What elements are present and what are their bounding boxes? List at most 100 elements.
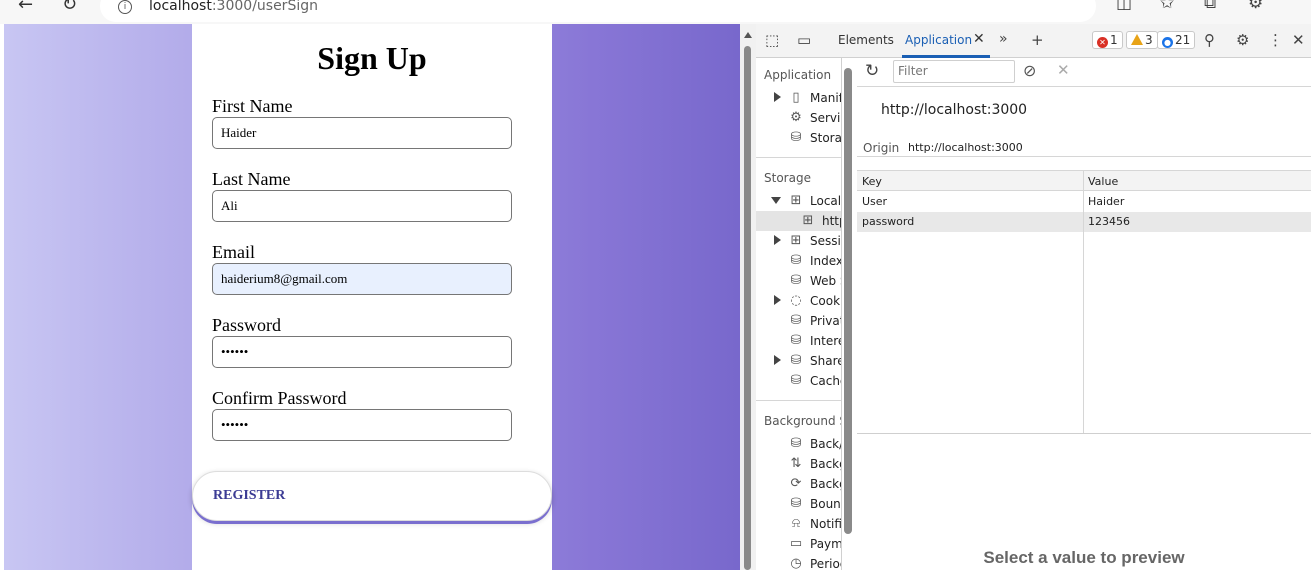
expand-arrow-icon[interactable] — [774, 235, 781, 245]
page-scrollbar[interactable] — [740, 24, 756, 570]
expand-arrow-icon[interactable] — [774, 295, 781, 305]
sidebar-item-indexeddb[interactable]: ⛁ Indexe — [756, 251, 842, 271]
scroll-up-arrow-icon[interactable] — [744, 32, 752, 38]
info-icon[interactable]: i — [118, 0, 132, 14]
last-name-input[interactable]: Ali — [212, 190, 512, 222]
column-header-value[interactable]: Value — [1088, 175, 1118, 188]
collections-icon[interactable]: ⧉ — [1204, 0, 1216, 13]
sidebar-item-background-sync[interactable]: ⟳ Backg — [756, 474, 841, 494]
sidebar-item-interest-groups[interactable]: ⛁ Intere — [756, 331, 841, 351]
page-viewport: Sign Up First Name Haider Last Name Ali … — [4, 24, 740, 570]
refresh-icon[interactable]: ↻ — [865, 61, 879, 81]
address-url[interactable]: localhost:3000/userSign — [149, 0, 318, 14]
sync-icon: ⟳ — [790, 476, 802, 491]
table-row[interactable]: User Haider — [857, 192, 1311, 212]
sidebar-item-label: Sessic — [810, 234, 841, 248]
sidebar-item-label: Notifi — [810, 517, 842, 531]
close-devtools-icon[interactable]: ✕ — [1292, 31, 1305, 49]
sidebar-item-local-storage[interactable]: ⊞ Local — [756, 191, 841, 211]
close-tab-icon[interactable]: ✕ — [973, 31, 985, 47]
sidebar-item-periodic-sync[interactable]: ◷ Perioc — [756, 554, 841, 570]
sidebar-item-cookies[interactable]: ◌ Cooki — [756, 291, 841, 311]
column-header-key[interactable]: Key — [862, 175, 882, 188]
add-tab-icon[interactable]: + — [1031, 31, 1044, 49]
sidebar-item-label: Payme — [810, 537, 842, 551]
reload-icon[interactable]: ↻ — [62, 0, 77, 15]
sidebar-item-storage[interactable]: ⛁ Storag — [756, 128, 841, 148]
address-bar[interactable]: i localhost:3000/userSign ⚿ ⊞ A ☆ — [100, 0, 1096, 22]
confirm-password-input[interactable]: •••••• — [212, 409, 512, 441]
register-button[interactable]: REGISTER — [192, 471, 552, 521]
sidebar-item-label: Bounc — [810, 497, 841, 511]
sidebar-item-cache-storage[interactable]: ⛁ Cache — [756, 371, 841, 391]
device-toolbar-icon[interactable]: ▭ — [797, 31, 811, 49]
sidebar-item-bounce-tracking[interactable]: ⛁ Bounc — [756, 494, 841, 514]
scrollbar-thumb[interactable] — [744, 46, 751, 570]
preview-divider[interactable] — [857, 433, 1311, 434]
expand-arrow-icon[interactable] — [774, 92, 781, 102]
url-path: :3000/userSign — [211, 0, 318, 14]
settings-gear-icon[interactable]: ⚙ — [1236, 31, 1249, 49]
sidebar-item-shared-storage[interactable]: ⛁ Sharec — [756, 351, 841, 371]
warning-badge[interactable]: 3 — [1126, 31, 1158, 49]
sidebar-item-session-storage[interactable]: ⊞ Sessic — [756, 231, 841, 251]
row-value: Haider — [1088, 195, 1125, 208]
sidebar-item-local-storage-origin[interactable]: ⊞ http — [756, 211, 841, 231]
signup-form: Sign Up First Name Haider Last Name Ali … — [192, 24, 552, 570]
grid-table-icon: ⊞ — [790, 233, 802, 248]
sidebar-item-service-workers[interactable]: ⚙ Servic — [756, 108, 841, 128]
expand-arrow-icon[interactable] — [774, 355, 781, 365]
first-name-input[interactable]: Haider — [212, 117, 512, 149]
origin-label: Origin — [863, 141, 900, 155]
email-input[interactable]: haiderium8@gmail.com — [212, 263, 512, 295]
tab-elements[interactable]: Elements — [838, 33, 894, 47]
error-icon: ✕ — [1097, 37, 1108, 48]
sidebar-scrollbar-thumb[interactable] — [844, 68, 852, 534]
sidebar-item-label: Back/ — [810, 437, 842, 451]
row-key: password — [862, 215, 915, 228]
delete-selected-icon[interactable]: ✕ — [1057, 61, 1070, 79]
favorite-star-icon[interactable]: ☆ — [1062, 0, 1077, 3]
sidebar-item-background-fetch[interactable]: ⇅ Backg — [756, 454, 841, 474]
column-divider[interactable] — [1083, 170, 1084, 433]
devtools-sidebar: Application ▯ Manif ⚙ Servic ⛁ Storag St… — [756, 58, 842, 570]
toolbar-divider — [857, 86, 1311, 87]
error-count: 1 — [1110, 33, 1118, 47]
sidebar-item-label: Indexe — [810, 254, 842, 268]
bell-icon: ⍾ — [791, 516, 801, 531]
more-options-icon[interactable]: ⋮ — [1268, 31, 1283, 49]
sidebar-item-label: Manif — [810, 91, 842, 105]
back-arrow-icon[interactable]: ← — [18, 0, 33, 15]
inspect-element-icon[interactable]: ⬚ — [765, 31, 779, 49]
preview-placeholder: Select a value to preview — [983, 548, 1185, 567]
database-icon: ⛁ — [790, 253, 802, 268]
sidebar-item-web-sql[interactable]: ⛁ Web S — [756, 271, 841, 291]
table-row[interactable]: password 123456 — [857, 212, 1311, 232]
sidebar-item-payment-handler[interactable]: ▭ Payme — [756, 534, 842, 554]
sidebar-item-manifest[interactable]: ▯ Manif — [756, 88, 842, 108]
password-label: Password — [212, 315, 282, 335]
sidebar-item-label: Privat — [810, 314, 842, 328]
filter-input[interactable]: Filter — [893, 60, 1015, 83]
sidebar-item-label: Web S — [810, 274, 841, 288]
apps-icon[interactable]: ⊞ — [984, 0, 998, 3]
key-icon[interactable]: ⚿ — [942, 0, 955, 3]
error-badge[interactable]: ✕ 1 — [1092, 31, 1123, 49]
message-badge[interactable]: ● 21 — [1157, 31, 1196, 49]
favorites-icon[interactable]: ✩ — [1160, 0, 1174, 13]
devtools-panel: ⬚ ▭ Elements Application ✕ » + ✕ 1 3 ● 21 … — [756, 24, 1311, 570]
sidebar-item-private-state-tokens[interactable]: ⛁ Privat — [756, 311, 842, 331]
extensions-icon[interactable]: ⚙ — [1248, 0, 1263, 13]
more-tabs-icon[interactable]: » — [999, 31, 1008, 47]
read-aloud-icon[interactable]: A — [1022, 0, 1032, 2]
split-screen-icon[interactable]: ◫ — [1116, 0, 1132, 13]
database-icon: ⛁ — [790, 353, 802, 368]
password-input[interactable]: •••••• — [212, 336, 512, 368]
sidebar-item-back-forward-cache[interactable]: ⛁ Back/ — [756, 434, 842, 454]
clear-all-icon[interactable]: ⊘ — [1023, 61, 1036, 80]
sidebar-item-notifications[interactable]: ⍾ Notifi — [756, 514, 842, 534]
tab-application[interactable]: Application — [905, 33, 972, 47]
collapse-arrow-icon[interactable] — [771, 197, 781, 204]
browser-toolbar: ← ↻ i localhost:3000/userSign ⚿ ⊞ A ☆ ◫ … — [0, 0, 1311, 24]
customize-icon[interactable]: ⚲ — [1204, 31, 1215, 49]
